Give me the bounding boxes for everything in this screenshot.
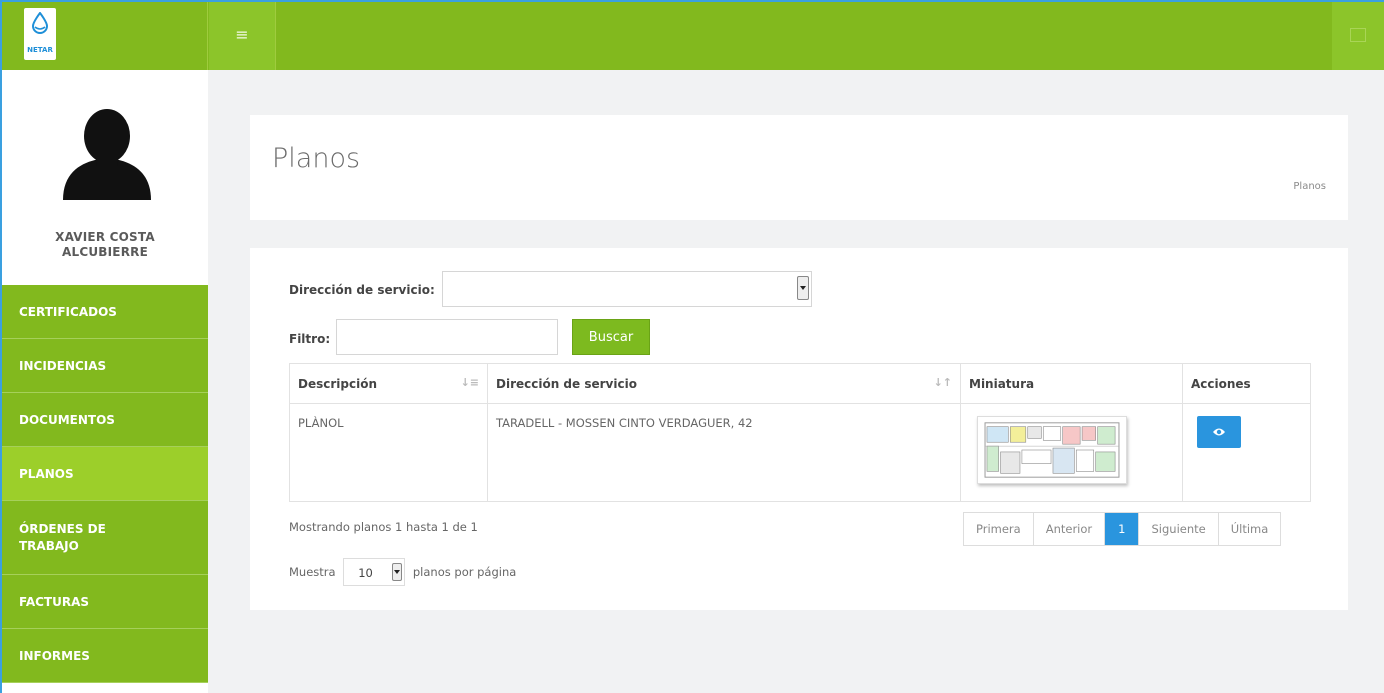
page-header: Planos Planos — [250, 115, 1348, 220]
search-button[interactable]: Buscar — [572, 319, 650, 355]
page-title: Planos — [272, 143, 361, 174]
hamburger-icon: ≡ — [235, 25, 249, 44]
sidebar-item-ordenes-de-trabajo[interactable]: ÓRDENES DE TRABAJO — [2, 501, 208, 575]
cell-miniatura — [960, 403, 1183, 502]
pagination-info: Mostrando planos 1 hasta 1 de 1 — [289, 520, 478, 534]
menu-toggle-button[interactable]: ≡ — [209, 2, 276, 70]
water-drop-icon — [32, 12, 48, 34]
service-address-select[interactable] — [442, 271, 812, 307]
filter-input[interactable] — [336, 319, 558, 355]
sort-ascending-icon[interactable]: ↓≡ — [461, 376, 479, 389]
user-name: XAVIER COSTA ALCUBIERRE — [55, 230, 155, 259]
pagination-first[interactable]: Primera — [964, 513, 1034, 545]
chevron-down-icon[interactable] — [797, 276, 809, 300]
sidebar-item-planos[interactable]: PLANOS — [2, 447, 208, 501]
window-icon — [1350, 28, 1366, 42]
sidebar-item-documentos[interactable]: DOCUMENTOS — [2, 393, 208, 447]
service-address-label: Dirección de servicio: — [289, 283, 435, 297]
column-header-acciones: Acciones — [1182, 363, 1311, 404]
filter-label: Filtro: — [289, 332, 331, 346]
pagination-page-1[interactable]: 1 — [1105, 513, 1140, 545]
sidebar-item-facturas[interactable]: FACTURAS — [2, 575, 208, 629]
logo-area: NETAR — [2, 2, 208, 70]
view-button[interactable] — [1197, 416, 1241, 448]
sidebar-item-certificados[interactable]: CERTIFICADOS — [2, 285, 208, 339]
sidebar-item-incidencias[interactable]: INCIDENCIAS — [2, 339, 208, 393]
table-header-row: Descripción ↓≡ Dirección de servicio ↓↑ … — [289, 363, 1311, 404]
table-row: PLÀNOL TARADELL - MOSSEN CINTO VERDAGUER… — [289, 403, 1311, 502]
user-profile: XAVIER COSTA ALCUBIERRE — [2, 70, 208, 285]
cell-descripcion: PLÀNOL — [289, 403, 488, 502]
planos-table: Descripción ↓≡ Dirección de servicio ↓↑ … — [289, 363, 1311, 502]
cell-acciones — [1182, 403, 1311, 502]
planos-panel: Dirección de servicio: Filtro: Buscar De… — [250, 248, 1348, 610]
page-size-control: Muestra 10 planos por página — [289, 558, 516, 586]
pagination-last[interactable]: Última — [1218, 513, 1281, 545]
pagination: Primera Anterior 1 Siguiente Última — [963, 512, 1282, 546]
column-header-descripcion[interactable]: Descripción ↓≡ — [289, 363, 488, 404]
app-window: NETAR ≡ XAVIER COSTA ALCUBIERRE CERTIFIC… — [0, 0, 1384, 693]
pagination-next[interactable]: Siguiente — [1139, 513, 1219, 545]
cell-direccion: TARADELL - MOSSEN CINTO VERDAGUER, 42 — [487, 403, 961, 502]
sidebar-item-informes[interactable]: INFORMES — [2, 629, 208, 683]
user-avatar-icon — [63, 109, 151, 200]
top-right-button[interactable] — [1332, 2, 1384, 70]
page-size-select[interactable]: 10 — [343, 558, 406, 586]
eye-icon — [1213, 428, 1225, 436]
logo-text: NETAR — [27, 46, 53, 54]
chevron-down-icon[interactable] — [392, 563, 403, 581]
netar-logo[interactable]: NETAR — [24, 8, 56, 60]
sidebar: XAVIER COSTA ALCUBIERRE CERTIFICADOS INC… — [2, 70, 208, 693]
floor-plan-thumbnail[interactable] — [977, 416, 1127, 484]
pagination-previous[interactable]: Anterior — [1033, 513, 1106, 545]
breadcrumb[interactable]: Planos — [1293, 181, 1326, 192]
column-header-miniatura: Miniatura — [960, 363, 1183, 404]
column-header-direccion[interactable]: Dirección de servicio ↓↑ — [487, 363, 961, 404]
sidebar-nav: CERTIFICADOS INCIDENCIAS DOCUMENTOS PLAN… — [2, 285, 208, 683]
top-bar: NETAR ≡ — [2, 2, 1384, 70]
sort-icon[interactable]: ↓↑ — [934, 376, 952, 389]
